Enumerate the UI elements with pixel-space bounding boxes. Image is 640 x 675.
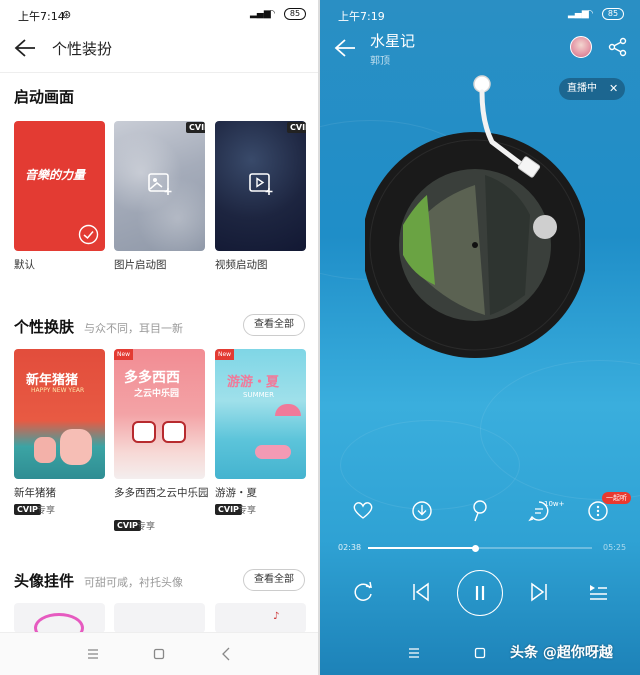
cvip-badge: CVIP: [186, 122, 205, 133]
share-icon[interactable]: [608, 37, 628, 57]
exclusive-tag: 专享: [137, 522, 156, 532]
pig-figure: [60, 429, 92, 465]
launch-default-card[interactable]: 音樂的力量: [14, 121, 105, 251]
battery-icon: 85: [602, 8, 624, 20]
music-player-screen: 上午7:19 ▂▄▆ ◠ 85 水星记 郭顶 直播中 ✕ 10w+ 一起听 02…: [320, 0, 640, 675]
menu-icon[interactable]: [87, 648, 99, 660]
more-icon[interactable]: [587, 500, 609, 522]
launch-video-label: 视频启动图: [215, 259, 268, 271]
new-badge: New: [114, 349, 134, 360]
nav-back-icon[interactable]: [221, 647, 231, 661]
exclusive-tag: 专享: [238, 506, 257, 516]
cow-figure: [132, 421, 156, 443]
water-ripple: [340, 420, 520, 510]
skin-label: 新年猪猪: [14, 487, 56, 499]
live-host-avatar[interactable]: [570, 36, 592, 58]
umbrella-figure: [275, 404, 301, 416]
skin-art-title: 游游・夏: [227, 375, 280, 390]
total-time: 05:25: [603, 543, 627, 552]
progress-knob[interactable]: [472, 544, 480, 552]
add-image-icon: [148, 173, 172, 195]
sync-icon: ⊛: [62, 8, 72, 21]
record-spindle: [472, 242, 478, 248]
avatar-pendant-card[interactable]: [114, 603, 205, 633]
progress-track[interactable]: [368, 544, 592, 552]
next-track-icon[interactable]: [528, 581, 550, 603]
float-figure: [255, 445, 291, 459]
default-launch-text: 音樂的力量: [25, 168, 86, 182]
launch-image-card[interactable]: CVIP: [114, 121, 205, 251]
skin-art-subtitle: SUMMER: [243, 391, 274, 399]
pendant-ring: [34, 613, 84, 633]
skins-section-title: 个性换肤: [14, 318, 75, 336]
download-icon[interactable]: [411, 500, 433, 522]
skins-view-all-button[interactable]: 查看全部: [243, 314, 305, 336]
back-arrow-icon[interactable]: [14, 38, 36, 58]
exclusive-tag: 专享: [37, 506, 56, 516]
add-video-icon: [249, 173, 273, 195]
tonearm: [473, 75, 541, 178]
progress-fill: [368, 547, 476, 549]
screenshot-stage: 上午7:14 ⊛ ▂▄▆ ◠ 85 个性装扮 启动画面 音樂的力量 默认 CVI…: [0, 0, 640, 675]
skin-art-title: 新年猪猪: [26, 373, 79, 388]
playlist-icon[interactable]: [587, 581, 609, 603]
status-time: 上午7:19: [338, 10, 385, 23]
close-icon[interactable]: ✕: [609, 78, 618, 100]
pause-icon: [475, 586, 485, 600]
launch-section-title: 启动画面: [14, 88, 75, 106]
status-bar: 上午7:14 ⊛ ▂▄▆ ◠ 85: [0, 0, 318, 30]
previous-track-icon[interactable]: [410, 581, 432, 603]
back-arrow-icon[interactable]: [334, 38, 356, 58]
watermark-text: 头条 @超你呀越: [510, 645, 613, 661]
launch-image-label: 图片启动图: [114, 259, 167, 271]
singer-name[interactable]: 郭顶: [370, 52, 390, 67]
wifi-icon: ◠: [268, 9, 275, 19]
comment-count: 10w+: [544, 500, 565, 508]
menu-icon[interactable]: [408, 647, 420, 659]
launch-default-label: 默认: [14, 259, 35, 271]
skin-art-subtitle: HAPPY NEW YEAR: [31, 387, 85, 394]
song-title: 水星记: [370, 32, 416, 50]
repeat-icon[interactable]: [351, 580, 375, 604]
skin-art-subtitle: 之云中乐园: [134, 389, 180, 399]
avatar-pendant-card[interactable]: ♪: [215, 603, 306, 633]
skin-label: 多多西西之云中乐园: [114, 487, 209, 499]
elapsed-time: 02:38: [338, 543, 362, 552]
page-header: 个性装扮: [0, 30, 318, 70]
skin-art-title: 多多西西: [124, 370, 180, 386]
page-title: 个性装扮: [52, 40, 113, 58]
sing-mic-icon[interactable]: [470, 499, 490, 523]
avatar-section-subtitle: 可甜可咸，衬托头像: [84, 576, 183, 589]
skin-card-summer[interactable]: New 游游・夏 SUMMER: [215, 349, 306, 479]
cvip-badge: CVIP: [287, 122, 306, 133]
moon-shape: [533, 215, 557, 239]
status-time: 上午7:14: [18, 10, 65, 23]
skins-section-subtitle: 与众不同，耳目一新: [84, 322, 183, 335]
wifi-icon: ◠: [586, 9, 593, 19]
avatar-view-all-button[interactable]: 查看全部: [243, 569, 305, 591]
avatar-section-title: 头像挂件: [14, 572, 75, 590]
system-nav-bar: [0, 632, 318, 675]
pig-figure: [34, 437, 56, 463]
launch-video-card[interactable]: CVIP: [215, 121, 306, 251]
home-icon[interactable]: [474, 647, 486, 659]
battery-icon: 85: [284, 8, 306, 20]
skin-label: 游游・夏: [215, 487, 257, 499]
cow-figure: [162, 421, 186, 443]
like-heart-icon[interactable]: [352, 500, 374, 520]
pendant-mark: ♪: [273, 611, 280, 622]
avatar-pendant-card[interactable]: [14, 603, 105, 633]
new-badge: New: [215, 349, 235, 360]
skin-card-new-year-pig[interactable]: 新年猪猪 HAPPY NEW YEAR: [14, 349, 105, 479]
play-pause-button[interactable]: [457, 570, 503, 616]
personalization-screen: 上午7:14 ⊛ ▂▄▆ ◠ 85 个性装扮 启动画面 音樂的力量 默认 CVI…: [0, 0, 318, 675]
home-icon[interactable]: [153, 648, 165, 660]
selected-check-icon: [78, 224, 99, 245]
header-divider: [0, 72, 318, 73]
skin-card-duoduo-xixi[interactable]: New 多多西西 之云中乐园: [114, 349, 205, 479]
